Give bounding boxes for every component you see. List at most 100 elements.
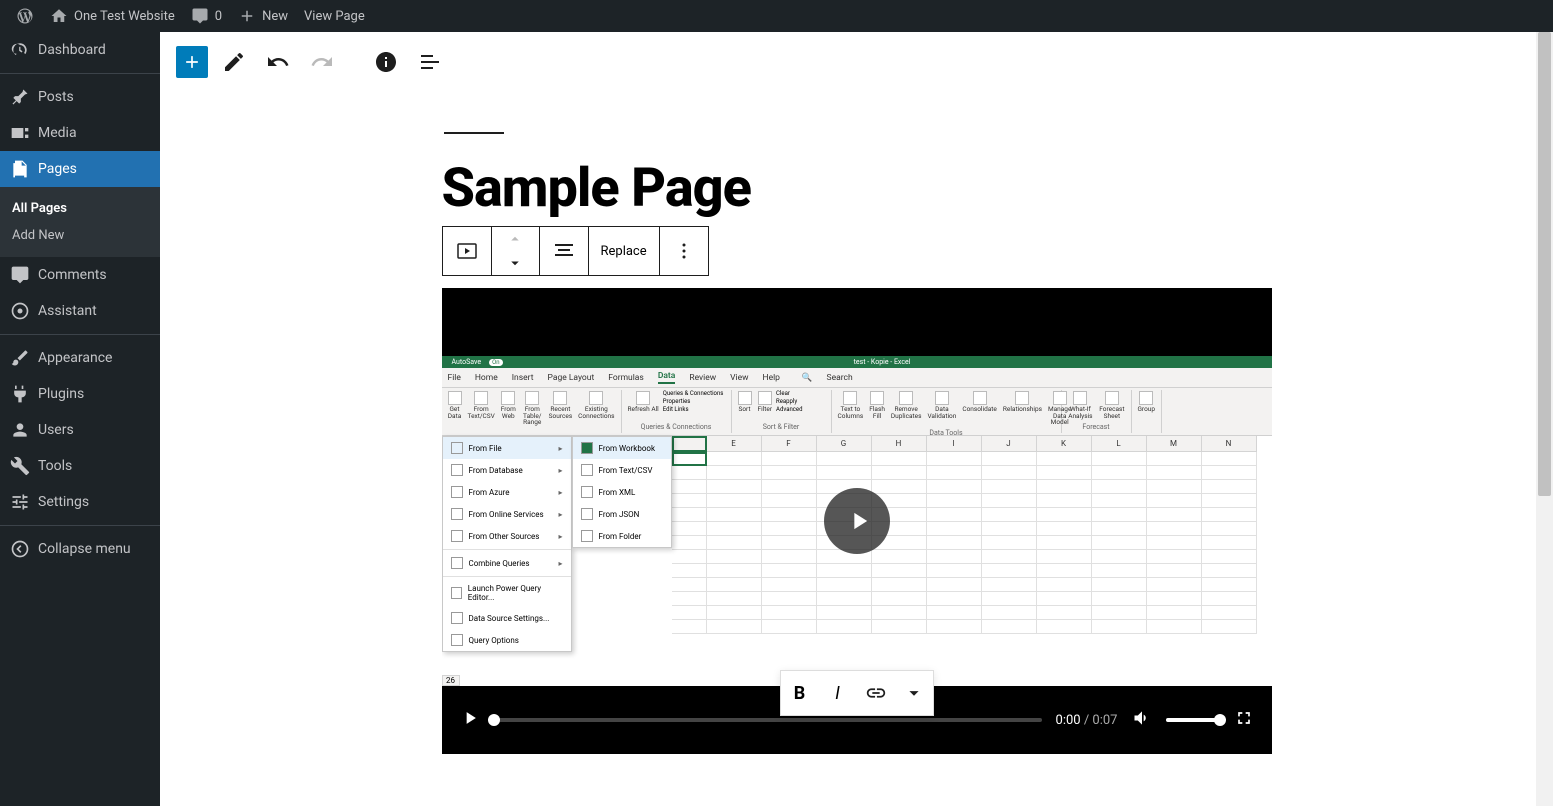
info-icon xyxy=(374,50,398,74)
play-button[interactable] xyxy=(460,708,480,732)
vertical-scrollbar[interactable] xyxy=(1536,32,1553,806)
sub-item: From JSON xyxy=(573,503,671,525)
italic-button[interactable]: I xyxy=(819,671,857,715)
separator xyxy=(0,334,160,335)
excel-tab: Home xyxy=(475,373,498,383)
dd-item: From Database▸ xyxy=(443,459,571,481)
new-content-link[interactable]: New xyxy=(230,0,296,32)
add-block-button[interactable] xyxy=(176,46,208,78)
sidebar-label: Comments xyxy=(38,267,107,283)
new-label: New xyxy=(262,9,288,24)
move-down-button[interactable] xyxy=(492,251,539,275)
site-link[interactable]: One Test Website xyxy=(42,0,183,32)
sidebar-item-collapse[interactable]: Collapse menu xyxy=(0,531,160,567)
sidebar-item-settings[interactable]: Settings xyxy=(0,484,160,520)
redo-button xyxy=(304,44,340,80)
sub-item: From Text/CSV xyxy=(573,459,671,481)
volume-slider[interactable] xyxy=(1166,718,1220,722)
excel-tab: Insert xyxy=(512,373,534,383)
excel-ribbon: Get DataFrom Text/CSVFrom WebFrom Table/… xyxy=(442,388,1272,436)
dd-item: Launch Power Query Editor... xyxy=(443,579,571,607)
excel-autosave: AutoSave xyxy=(452,358,482,366)
sub-item: From XML xyxy=(573,481,671,503)
comments-icon xyxy=(10,265,30,285)
sidebar-item-comments[interactable]: Comments xyxy=(0,257,160,293)
pages-icon xyxy=(10,159,30,179)
assistant-icon xyxy=(10,301,30,321)
play-overlay-button[interactable] xyxy=(824,488,890,554)
excel-tab-active: Data xyxy=(658,371,676,384)
pencil-icon xyxy=(222,50,246,74)
play-icon xyxy=(460,708,480,728)
view-page-link[interactable]: View Page xyxy=(296,0,373,32)
sidebar-label: Plugins xyxy=(38,386,84,402)
align-button[interactable] xyxy=(540,227,589,275)
block-type-button[interactable] xyxy=(443,227,492,275)
video-block-icon xyxy=(455,239,479,263)
sidebar-item-media[interactable]: Media xyxy=(0,115,160,151)
page-content: Sample Page Replace AutoSaveOn test - Ko… xyxy=(442,92,1272,806)
outline-button[interactable] xyxy=(412,44,448,80)
sidebar-label: Users xyxy=(38,422,74,438)
excel-titlebar: AutoSaveOn test - Kopie - Excel xyxy=(442,356,1272,368)
scrollbar-thumb[interactable] xyxy=(1538,32,1551,496)
row-26-label: 26 xyxy=(442,675,460,686)
more-format-button[interactable] xyxy=(895,671,933,715)
sidebar-item-dashboard[interactable]: Dashboard xyxy=(0,32,160,68)
dd-item: Combine Queries▸ xyxy=(443,552,571,574)
excel-tab: Formulas xyxy=(608,373,644,383)
sidebar-item-tools[interactable]: Tools xyxy=(0,448,160,484)
undo-button[interactable] xyxy=(260,44,296,80)
sidebar-item-pages[interactable]: Pages xyxy=(0,151,160,187)
sidebar-label: Appearance xyxy=(38,350,112,366)
sidebar-item-appearance[interactable]: Appearance xyxy=(0,340,160,376)
info-button[interactable] xyxy=(368,44,404,80)
move-up-button xyxy=(492,227,539,251)
progress-bar[interactable] xyxy=(494,718,1042,722)
view-page-label: View Page xyxy=(304,9,365,24)
submenu-all-pages[interactable]: All Pages xyxy=(0,195,160,222)
excel-title: test - Kopie - Excel xyxy=(503,358,1262,366)
more-options-button[interactable] xyxy=(660,227,708,275)
wordpress-logo[interactable] xyxy=(8,0,42,32)
fullscreen-icon xyxy=(1234,708,1254,728)
link-button[interactable] xyxy=(857,671,895,715)
comments-link[interactable]: 0 xyxy=(183,0,230,32)
dd-item: From File▸ xyxy=(443,437,571,459)
redo-icon xyxy=(310,50,334,74)
dd-item: Query Options xyxy=(443,629,571,651)
video-time: 0:00 / 0:07 xyxy=(1056,713,1118,728)
sidebar-item-plugins[interactable]: Plugins xyxy=(0,376,160,412)
sub-item: From Workbook xyxy=(573,437,671,459)
block-movers xyxy=(492,227,540,275)
comment-icon xyxy=(191,7,209,25)
excel-search: Search xyxy=(827,373,853,383)
edit-mode-button[interactable] xyxy=(216,44,252,80)
bold-button[interactable]: B xyxy=(781,671,819,715)
volume-thumb[interactable] xyxy=(1214,714,1226,726)
mute-button[interactable] xyxy=(1132,708,1152,732)
editor-toolbar xyxy=(160,32,1553,92)
fullscreen-button[interactable] xyxy=(1234,708,1254,732)
sidebar-label: Posts xyxy=(38,89,74,105)
sidebar-label: Media xyxy=(38,125,77,141)
dd-item: From Azure▸ xyxy=(443,481,571,503)
sidebar-item-posts[interactable]: Posts xyxy=(0,79,160,115)
wrench-icon xyxy=(10,456,30,476)
sidebar-item-users[interactable]: Users xyxy=(0,412,160,448)
plugin-icon xyxy=(10,384,30,404)
excel-submenu: From Workbook From Text/CSV From XML Fro… xyxy=(572,436,672,548)
comments-count: 0 xyxy=(215,9,222,24)
progress-thumb[interactable] xyxy=(488,714,500,726)
video-block[interactable]: AutoSaveOn test - Kopie - Excel File Hom… xyxy=(442,288,1272,754)
dashboard-icon xyxy=(10,40,30,60)
chevron-down-icon xyxy=(506,254,524,272)
sidebar-item-assistant[interactable]: Assistant xyxy=(0,293,160,329)
page-title[interactable]: Sample Page xyxy=(442,159,1272,218)
plus-icon xyxy=(238,7,256,25)
submenu-add-new[interactable]: Add New xyxy=(0,222,160,249)
sidebar-label: Tools xyxy=(38,458,72,474)
excel-tab: Help xyxy=(763,373,780,383)
replace-button[interactable]: Replace xyxy=(589,227,660,275)
home-icon xyxy=(50,7,68,25)
